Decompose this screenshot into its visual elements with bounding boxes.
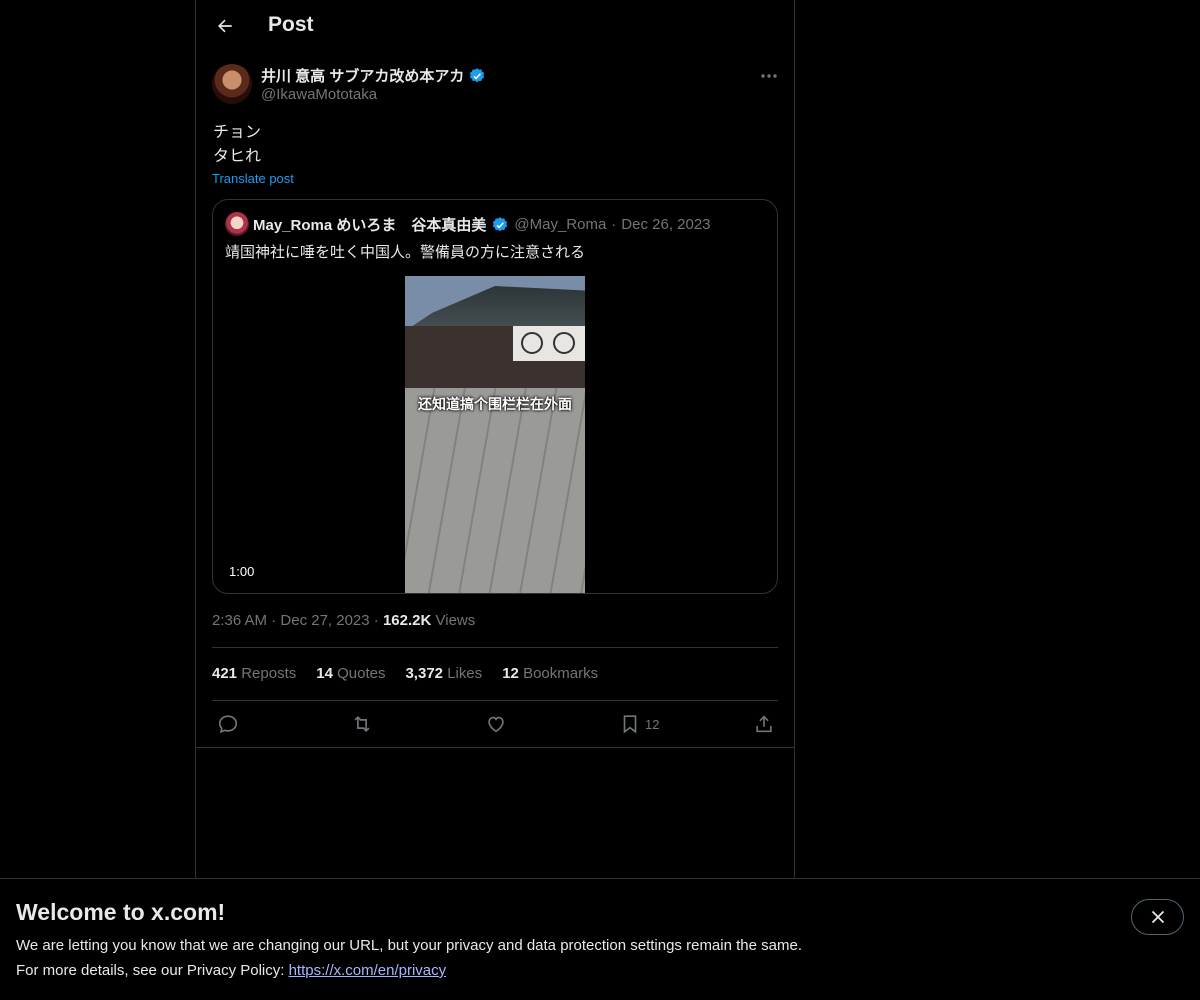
reposts-stat[interactable]: 421 Reposts — [212, 665, 296, 682]
quotes-label: Quotes — [337, 665, 386, 682]
url-change-banner: Welcome to x.com! We are letting you kno… — [0, 878, 1200, 1000]
quoted-post[interactable]: May_Roma めいろま 谷本真由美 @May_Roma · Dec 26, … — [212, 199, 778, 594]
primary-column: Post 井川 意高 サブアカ改め本アカ @IkawaMototaka チョン … — [195, 0, 795, 878]
quoted-post-date[interactable]: Dec 26, 2023 — [621, 216, 710, 233]
share-button[interactable] — [753, 713, 775, 735]
quotes-stat[interactable]: 14 Quotes — [316, 665, 385, 682]
crest-emblem — [521, 332, 543, 354]
like-icon — [488, 716, 504, 733]
meta-separator: · — [373, 612, 379, 629]
quoted-author-avatar[interactable] — [225, 212, 249, 236]
quotes-count: 14 — [316, 665, 333, 682]
like-button[interactable] — [485, 713, 507, 735]
author-avatar[interactable] — [212, 64, 252, 104]
bookmark-count: 12 — [645, 716, 660, 732]
banner-privacy-line: For more details, see our Privacy Policy… — [16, 962, 446, 979]
engagement-stats: 421 Reposts 14 Quotes 3,372 Likes 12 Boo… — [212, 665, 598, 682]
video-subtitle: 还知道搞个围栏栏在外面 — [418, 396, 572, 412]
likes-label: Likes — [447, 665, 483, 682]
likes-stat[interactable]: 3,372 Likes — [405, 665, 482, 682]
repost-icon — [354, 715, 370, 733]
quoted-post-header: May_Roma めいろま 谷本真由美 @May_Roma · Dec 26, … — [253, 214, 711, 235]
verified-badge-icon — [470, 67, 485, 82]
video-frame-pavement — [405, 388, 585, 593]
views-count: 162.2K — [382, 612, 432, 629]
post-text: チョン タヒれ — [213, 121, 261, 169]
bookmarks-stat[interactable]: 12 Bookmarks — [502, 665, 598, 682]
divider — [212, 647, 778, 648]
video-frame-curtain — [513, 326, 585, 361]
reposts-label: Reposts — [241, 665, 297, 682]
author-handle[interactable]: @IkawaMototaka — [261, 86, 377, 103]
quoted-author-handle[interactable]: @May_Roma — [514, 216, 606, 233]
quoted-author-name[interactable]: May_Roma めいろま 谷本真由美 — [253, 214, 486, 235]
share-icon — [756, 715, 772, 733]
video-player[interactable]: 还知道搞个围栏栏在外面 — [405, 276, 585, 593]
views-label: Views — [435, 612, 476, 629]
post-text-line: タヒれ — [213, 148, 262, 165]
privacy-policy-link[interactable]: https://x.com/en/privacy — [289, 962, 447, 979]
post-date[interactable]: Dec 27, 2023 — [280, 612, 369, 629]
likes-count: 3,372 — [405, 665, 444, 682]
post-metadata: 2:36 AM · Dec 27, 2023 · 162.2K Views — [212, 612, 475, 629]
reply-button[interactable] — [217, 713, 239, 735]
quoted-separator: · — [611, 216, 617, 233]
close-icon — [1151, 910, 1164, 924]
page-title: Post — [268, 13, 314, 36]
author-name-text: 井川 意高 サブアカ改め本アカ — [261, 68, 465, 85]
post-text-line: チョン — [213, 124, 262, 141]
author-name[interactable]: 井川 意高 サブアカ改め本アカ — [261, 65, 486, 86]
reposts-count: 421 — [212, 665, 238, 682]
banner-privacy-prefix: For more details, see our Privacy Policy… — [16, 962, 289, 979]
back-arrow-icon — [218, 19, 232, 33]
top-bar: Post — [196, 0, 794, 54]
verified-badge-icon — [493, 216, 508, 231]
post-time[interactable]: 2:36 AM — [212, 612, 267, 629]
crest-emblem — [553, 332, 575, 354]
bookmarks-label: Bookmarks — [523, 665, 599, 682]
banner-message: We are letting you know that we are chan… — [16, 937, 802, 954]
back-button[interactable] — [208, 9, 242, 43]
close-banner-button[interactable] — [1131, 899, 1184, 935]
action-bar: 12 — [196, 701, 794, 748]
translate-post-link[interactable]: Translate post — [212, 171, 294, 186]
repost-button[interactable] — [351, 713, 373, 735]
more-button[interactable] — [754, 64, 784, 88]
more-icon — [761, 74, 777, 78]
banner-title: Welcome to x.com! — [16, 899, 226, 925]
bookmark-button[interactable]: 12 — [619, 713, 659, 735]
meta-separator: · — [271, 612, 277, 629]
video-duration: 1:00 — [223, 562, 261, 581]
reply-icon — [218, 715, 238, 734]
bookmark-icon — [623, 715, 637, 734]
bookmarks-count: 12 — [502, 665, 519, 682]
quoted-post-text: 靖国神社に唾を吐く中国人。警備員の方に注意される — [225, 244, 586, 261]
